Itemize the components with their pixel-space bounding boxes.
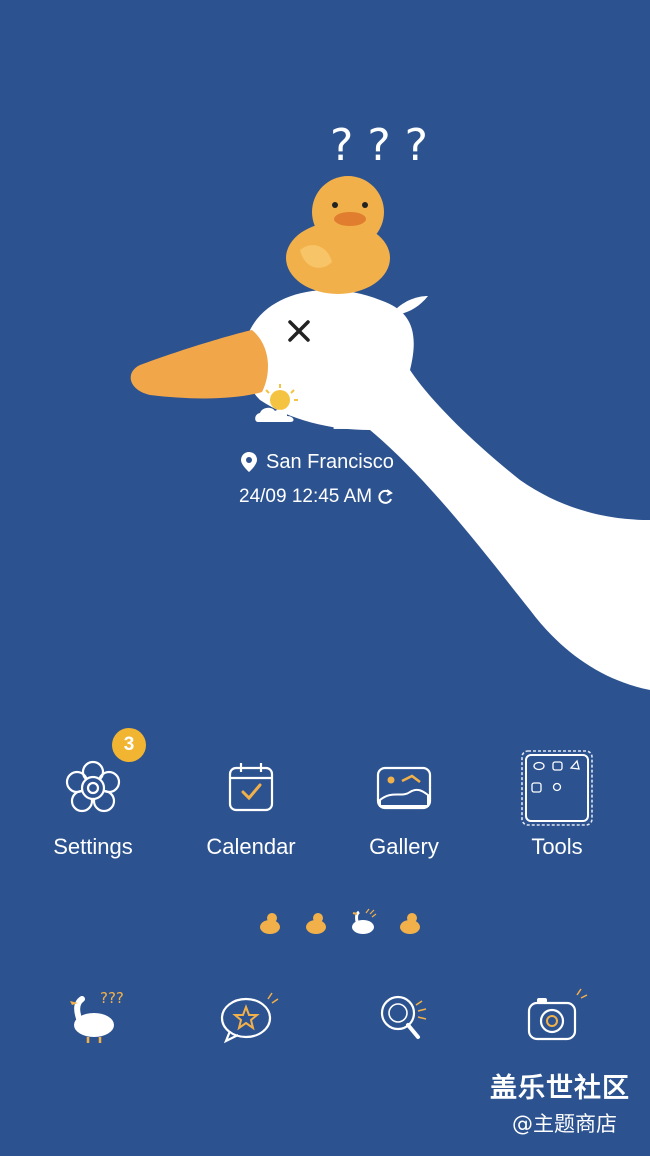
app-settings[interactable]: Settings — [18, 748, 168, 860]
question-marks: ? ? ? — [330, 120, 428, 171]
location: San Francisco — [240, 449, 394, 475]
camera-icon[interactable] — [515, 985, 595, 1055]
page-dot-duck-4 — [400, 913, 420, 934]
temperature: 23 — [330, 382, 397, 442]
watermark-community: 盖乐世社区 — [490, 1073, 630, 1104]
app-gallery[interactable]: Gallery — [329, 748, 479, 860]
refresh-icon[interactable] — [376, 488, 394, 506]
watermark-theme-store: @主题商店 — [512, 1112, 617, 1136]
app-label: Settings — [53, 834, 133, 859]
gallery-icon — [376, 766, 432, 810]
location-name: San Francisco — [266, 450, 394, 473]
app-label: Gallery — [369, 834, 439, 859]
date-time-text: 24/09 12:45 AM — [239, 486, 373, 507]
goose-phone-icon[interactable]: ??? — [58, 985, 138, 1055]
location-pin-icon — [241, 452, 257, 472]
calendar-icon — [228, 763, 274, 812]
app-label: Calendar — [206, 834, 296, 859]
star-message-icon[interactable] — [208, 985, 288, 1055]
app-tools-folder[interactable]: Tools — [482, 748, 632, 860]
magnifier-browser-icon[interactable] — [364, 985, 444, 1055]
duck-beak — [334, 212, 366, 226]
app-calendar[interactable]: Calendar — [176, 748, 326, 860]
goose-tuft — [395, 296, 428, 314]
page-dot-duck-1 — [260, 913, 280, 934]
duck-head — [312, 176, 384, 248]
folder-icon — [521, 750, 593, 826]
app-label: Tools — [531, 834, 583, 859]
page-dot-goose-current — [352, 908, 377, 934]
page-indicator[interactable] — [250, 905, 430, 941]
duck-eye-left — [332, 202, 338, 208]
partly-sunny-icon — [255, 384, 298, 422]
wallpaper-goose-illustration: ? ? ? — [130, 120, 650, 690]
page-dot-duck-2 — [306, 913, 326, 934]
notification-badge: 3 — [112, 728, 146, 762]
duck-eye-right — [362, 202, 368, 208]
date-time: 24/09 12:45 AM — [239, 484, 394, 510]
svg-text:???: ??? — [100, 989, 124, 1007]
